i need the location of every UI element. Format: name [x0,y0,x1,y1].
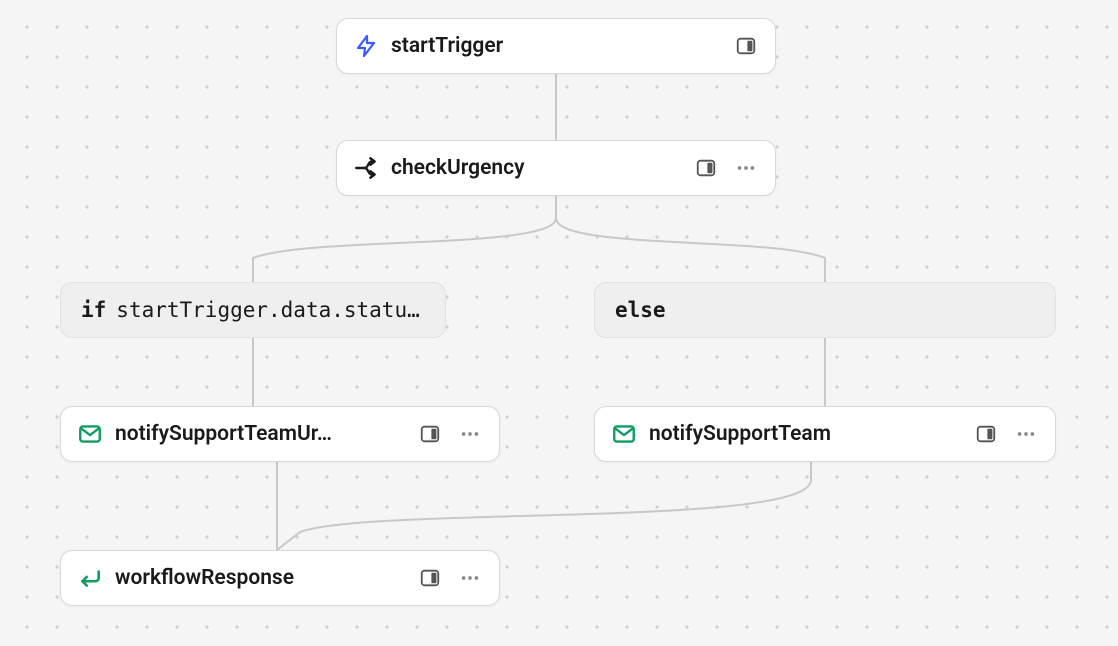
mail-icon [611,421,637,447]
node-notify-support-team[interactable]: notifySupportTeam [594,406,1056,462]
lightning-icon [353,33,379,59]
condition-keyword: if [81,298,106,322]
sidebar-toggle-icon[interactable] [973,421,999,447]
node-notify-support-team-urgent[interactable]: notifySupportTeamUr… [60,406,500,462]
node-check-urgency[interactable]: checkUrgency [336,140,776,196]
condition-keyword: else [615,298,666,322]
more-icon[interactable] [1013,421,1039,447]
node-label: workflowResponse [115,566,405,590]
workflow-canvas[interactable]: startTrigger checkUrgency [0,0,1118,646]
node-start-trigger[interactable]: startTrigger [336,18,776,74]
more-icon[interactable] [457,565,483,591]
branch-icon [353,155,379,181]
node-workflow-response[interactable]: workflowResponse [60,550,500,606]
condition-expression: startTrigger.data.status… [116,298,425,322]
node-label: notifySupportTeam [649,422,961,446]
more-icon[interactable] [733,155,759,181]
sidebar-toggle-icon[interactable] [733,33,759,59]
mail-icon [77,421,103,447]
node-label: notifySupportTeamUr… [115,422,405,446]
condition-if[interactable]: if startTrigger.data.status… [60,282,446,338]
condition-else[interactable]: else [594,282,1056,338]
return-icon [77,565,103,591]
node-label: checkUrgency [391,156,681,180]
sidebar-toggle-icon[interactable] [417,421,443,447]
sidebar-toggle-icon[interactable] [417,565,443,591]
more-icon[interactable] [457,421,483,447]
node-label: startTrigger [391,34,721,58]
sidebar-toggle-icon[interactable] [693,155,719,181]
